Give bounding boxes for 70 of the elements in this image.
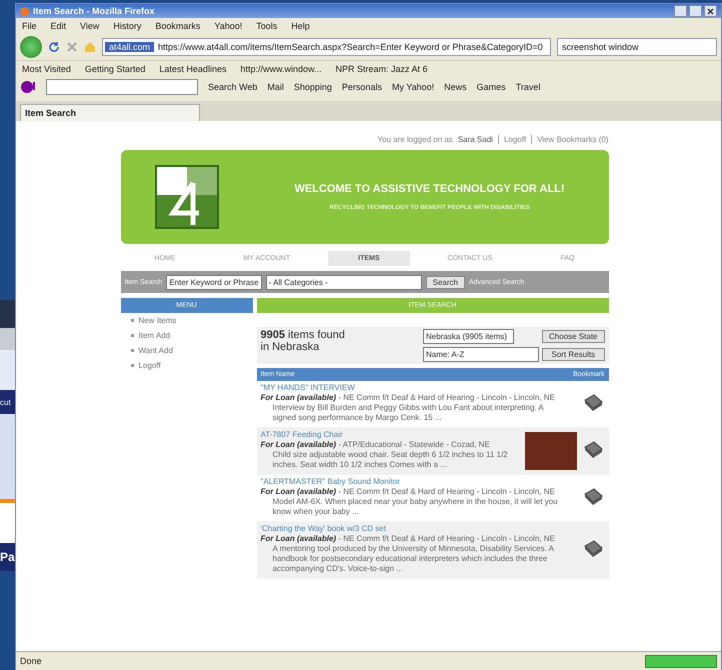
toolbar-button[interactable]: My Yahoo! xyxy=(392,82,434,92)
banner-title: WELCOME TO ASSISTIVE TECHNOLOGY FOR ALL! xyxy=(294,183,565,195)
bookmark-item[interactable]: NPR Stream: Jazz At 6 xyxy=(336,64,428,74)
menu-item[interactable]: History xyxy=(113,21,142,31)
bookmark-item[interactable]: Latest Headlines xyxy=(159,64,226,74)
background-window-text: Pa xyxy=(0,549,15,566)
close-button[interactable] xyxy=(704,5,717,17)
addon-status-indicator xyxy=(645,654,717,668)
toolbar-button[interactable]: Search Web xyxy=(208,82,258,92)
state-select[interactable]: Nebraska (9905 items) xyxy=(423,329,514,344)
item-link[interactable]: "MY HANDS" INTERVIEW xyxy=(260,383,576,393)
item-details: For Loan (available) - NE Comm f/t Deaf & Hard of Hearing - Lincoln - Lincoln, NE xyxy=(260,487,556,497)
choose-state-button[interactable]: Choose State xyxy=(542,330,604,343)
item-details: For Loan (available) - NE Comm f/t Deaf & Hard of Hearing - Lincoln - Lincoln, NE xyxy=(260,393,556,403)
toolbar-button[interactable]: Shopping xyxy=(294,82,332,92)
menu-link[interactable]: New Items xyxy=(120,313,252,328)
toolbar-button[interactable]: News xyxy=(444,82,467,92)
item-details: For Loan (available) - ATP/Educational - Statewide - Cozad, NE xyxy=(260,440,491,450)
category-select[interactable]: - All Categories - xyxy=(266,274,422,290)
keyword-field[interactable]: Enter Keyword or Phrase xyxy=(166,274,262,290)
item-description: Model AM-6X. When placed near your baby anywhere in the house, it will let you know when your baby ... xyxy=(272,497,559,517)
toolbar-button[interactable]: Mail xyxy=(267,82,284,92)
menu-item[interactable]: Help xyxy=(291,21,310,31)
user-link[interactable]: View Bookmarks (0) xyxy=(531,135,608,144)
minimize-button[interactable] xyxy=(674,5,687,17)
close-icon xyxy=(707,8,714,14)
menu-link[interactable]: Logoff xyxy=(120,358,252,373)
item-description: Interview by Bill Burden and Peggy Gibbs with Lou Fant about interpreting. A signed song performance by Margo Cenk. 15 ... xyxy=(272,403,545,423)
menu-item[interactable]: Yahoo! xyxy=(214,21,242,31)
browser-tab[interactable]: Item Search xyxy=(20,104,200,121)
sort-select[interactable]: Name: A-Z xyxy=(423,347,540,362)
bookmark-icon[interactable] xyxy=(582,441,602,459)
yahoo-search-field[interactable] xyxy=(46,79,198,95)
menu-link[interactable]: Want Add xyxy=(120,343,252,358)
menu-item[interactable]: Bookmarks xyxy=(155,21,200,31)
bookmark-item[interactable]: http://www.window... xyxy=(240,64,322,74)
login-text: You are logged on as xyxy=(377,135,453,144)
search-button[interactable]: Search xyxy=(426,276,465,288)
window-title: Item Search - Mozilla Firefox xyxy=(33,6,155,16)
yahoo-logo-icon[interactable] xyxy=(20,80,36,94)
web-search-field[interactable]: screenshot window xyxy=(557,38,717,56)
bookmark-item[interactable]: Getting Started xyxy=(84,64,146,74)
bookmark-icon[interactable] xyxy=(582,394,602,412)
photo-placeholder xyxy=(524,432,576,470)
site-logo xyxy=(154,165,218,229)
item-description: Child size adjustable wood chair. Seat depth 6 1/2 inches to 11 1/2 inches. Seat width 10 1/2 inches Comes with a ... xyxy=(272,450,509,470)
firefox-icon xyxy=(20,6,29,16)
user-link[interactable]: Logoff xyxy=(498,135,526,144)
menu-item[interactable]: Tools xyxy=(256,21,278,31)
menu-item[interactable]: Edit xyxy=(50,21,66,31)
toolbar-button[interactable]: Games xyxy=(476,82,506,92)
sort-results-button[interactable]: Sort Results xyxy=(542,348,604,361)
user-name: Sara Sadi xyxy=(458,135,493,144)
status-text: Done xyxy=(20,656,42,666)
item-details: For Loan (available) - NE Comm f/t Deaf & Hard of Hearing - Lincoln - Lincoln, NE xyxy=(260,534,556,544)
bookmark-icon[interactable] xyxy=(582,540,602,558)
bookmark-icon[interactable] xyxy=(582,488,602,506)
toolbar-button[interactable]: Personals xyxy=(342,82,382,92)
back-button[interactable] xyxy=(20,36,42,58)
menu-item[interactable]: File xyxy=(22,21,37,31)
background-window-text: cut xyxy=(0,396,12,408)
result-count: 9905 items found in Nebraska xyxy=(260,329,346,355)
toolbar-button[interactable]: Travel xyxy=(516,82,540,92)
address-bar[interactable]: at4all.com https://www.at4all.com/items/ItemSearch.aspx?Search=Enter Keyword or Phrase&CategoryID=0 xyxy=(102,38,551,56)
bookmark-item[interactable]: Most Visited xyxy=(22,64,71,74)
menu-link[interactable]: Item Add xyxy=(120,328,252,343)
reload-icon[interactable] xyxy=(48,41,60,53)
item-link[interactable]: "ALERTMASTER" Baby Sound Monitor xyxy=(260,477,576,487)
menu-item[interactable]: View xyxy=(80,21,100,31)
item-description: A mentoring tool produced by the University of Minnesota, Disability Services. A handbook for postsecondary educational interpreters which includes the three accompanying CD's. Voice-to-sign ... xyxy=(272,544,555,574)
